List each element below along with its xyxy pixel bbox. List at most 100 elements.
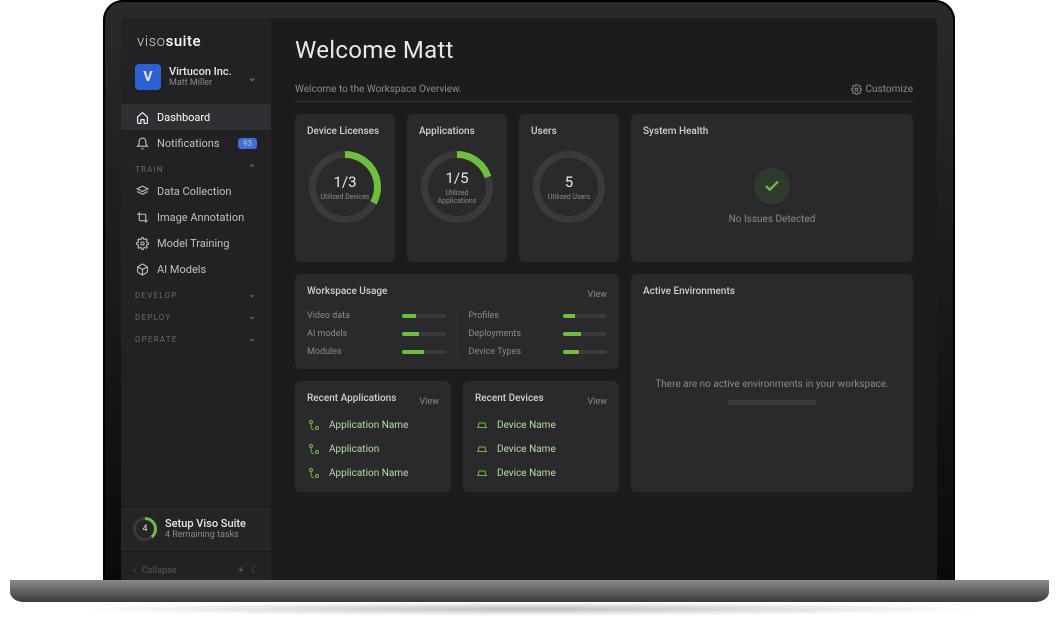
laptop-base (10, 580, 1049, 602)
cube-icon (135, 262, 149, 276)
setup-progress-ring (133, 517, 157, 541)
usage-label: Deployments (469, 329, 521, 339)
recent-app-item[interactable]: Application Name (307, 466, 439, 480)
usage-row: Modules (307, 347, 446, 357)
page-title: Welcome Matt (295, 36, 913, 64)
collapse-label[interactable]: Collapse (142, 566, 177, 576)
sidebar-item-data-collection[interactable]: Data Collection (121, 178, 271, 204)
usage-bar (402, 332, 446, 336)
donut-users: 5 Utilized Users (533, 151, 605, 223)
card-system-health[interactable]: System Health No Issues Detected (631, 114, 913, 262)
usage-label: Profiles (469, 311, 499, 321)
brand-right: suite (166, 32, 201, 50)
collapse-bar: ‹ Collapse ☀ ☾ (121, 560, 271, 582)
chevron-down-icon: ⌄ (248, 334, 257, 344)
donut-licenses: 1/3 Utilized Devices (309, 151, 381, 223)
home-icon (135, 110, 149, 124)
view-link[interactable]: View (588, 290, 607, 300)
moon-icon[interactable]: ☾ (251, 566, 259, 576)
card-users[interactable]: Users 5 Utilized Users (519, 114, 619, 262)
recent-device-item[interactable]: Device Name (475, 418, 607, 432)
org-name: Virtucon Inc. (169, 65, 240, 78)
sidebar-item-notifications[interactable]: Notifications 93 (121, 130, 271, 156)
card-applications[interactable]: Applications 1/5 Utilized Applications (407, 114, 507, 262)
usage-label: Device Types (469, 347, 522, 357)
donut-value: 1/5 (445, 169, 468, 187)
sidebar-section-train[interactable]: Train ⌃ (121, 156, 271, 178)
view-link[interactable]: View (420, 397, 439, 407)
usage-label: Modules (307, 347, 342, 357)
list-item-label: Device Name (497, 444, 556, 455)
view-link[interactable]: View (588, 397, 607, 407)
sidebar-section-operate[interactable]: Operate ⌄ (121, 326, 271, 348)
stats-row: Device Licenses 1/3 Utilized Devices App… (295, 114, 913, 262)
usage-bar (563, 350, 607, 354)
recent-device-item[interactable]: Device Name (475, 466, 607, 480)
customize-button[interactable]: Customize (851, 84, 913, 95)
usage-row: Device Types (469, 347, 608, 357)
sidebar-item-dashboard[interactable]: Dashboard (121, 104, 271, 130)
sidebar-item-image-annotation[interactable]: Image Annotation (121, 204, 271, 230)
check-circle-icon (754, 168, 790, 204)
nav-train: Data Collection Image Annotation Model T… (121, 178, 271, 282)
chevron-up-icon: ⌃ (248, 164, 257, 174)
donut-applications: 1/5 Utilized Applications (421, 151, 493, 223)
donut-sub: Utilized Applications (428, 189, 486, 206)
sidebar-item-ai-models[interactable]: AI Models (121, 256, 271, 282)
sidebar-section-develop[interactable]: Develop ⌄ (121, 282, 271, 304)
setup-title: Setup Viso Suite (165, 517, 246, 530)
card-recent-applications[interactable]: Recent Applications View Application Nam… (295, 381, 451, 492)
sun-icon[interactable]: ☀ (237, 566, 245, 576)
card-active-environments[interactable]: Active Environments There are no active … (631, 274, 913, 492)
card-title: Workspace Usage (307, 286, 387, 297)
usage-bar (563, 332, 607, 336)
org-switcher[interactable]: V Virtucon Inc. Matt Miller ⌄ (121, 58, 271, 104)
card-title: System Health (643, 126, 901, 137)
sidebar: visosuite V Virtucon Inc. Matt Miller ⌄ … (121, 18, 271, 582)
layers-icon (135, 184, 149, 198)
chevron-left-icon[interactable]: ‹ (133, 566, 136, 576)
chevron-down-icon: ⌄ (248, 312, 257, 322)
bell-icon (135, 136, 149, 150)
main-content: Welcome Matt Welcome to the Workspace Ov… (271, 18, 937, 582)
sidebar-item-label: Image Annotation (157, 211, 244, 224)
card-workspace-usage[interactable]: Workspace Usage View Video data AI models… (295, 274, 619, 369)
app-screen: visosuite V Virtucon Inc. Matt Miller ⌄ … (121, 18, 937, 582)
health-message: No Issues Detected (729, 214, 816, 225)
usage-row: AI models (307, 329, 446, 339)
recent-app-item[interactable]: Application Name (307, 418, 439, 432)
sidebar-item-model-training[interactable]: Model Training (121, 230, 271, 256)
list-item-label: Device Name (497, 420, 556, 431)
sidebar-item-label: Model Training (157, 237, 229, 250)
chevron-down-icon: ⌄ (248, 71, 257, 84)
sidebar-section-deploy[interactable]: Deploy ⌄ (121, 304, 271, 326)
usage-label: AI models (307, 329, 347, 339)
usage-grid: Video data AI models Modules Profiles Deplo… (307, 311, 607, 357)
list-item-label: Application Name (329, 420, 408, 431)
usage-row: Video data (307, 311, 446, 321)
recent-app-item[interactable]: Application (307, 442, 439, 456)
recent-device-item[interactable]: Device Name (475, 442, 607, 456)
sub-header-text: Welcome to the Workspace Overview. (295, 84, 462, 95)
env-message: There are no active environments in your… (655, 379, 888, 390)
sidebar-item-label: AI Models (157, 263, 206, 276)
brand: visosuite (121, 18, 271, 58)
card-title: Applications (419, 126, 475, 137)
setup-card[interactable]: Setup Viso Suite 4 Remaining tasks (121, 506, 271, 552)
card-title: Active Environments (643, 286, 901, 297)
device-icon (475, 442, 489, 456)
card-recent-devices[interactable]: Recent Devices View Device Name Device Na… (463, 381, 619, 492)
usage-row: Profiles (469, 311, 608, 321)
device-icon (475, 466, 489, 480)
card-title: Recent Applications (307, 393, 396, 404)
env-placeholder-bar (727, 400, 817, 405)
crop-icon (135, 210, 149, 224)
sidebar-item-label: Notifications (157, 137, 220, 150)
sidebar-item-label: Data Collection (157, 185, 232, 198)
device-icon (475, 418, 489, 432)
card-title: Device Licenses (307, 126, 379, 137)
card-device-licenses[interactable]: Device Licenses 1/3 Utilized Devices (295, 114, 395, 262)
list-item-label: Application (329, 444, 379, 455)
org-user: Matt Miller (169, 78, 240, 89)
card-title: Recent Devices (475, 393, 544, 404)
